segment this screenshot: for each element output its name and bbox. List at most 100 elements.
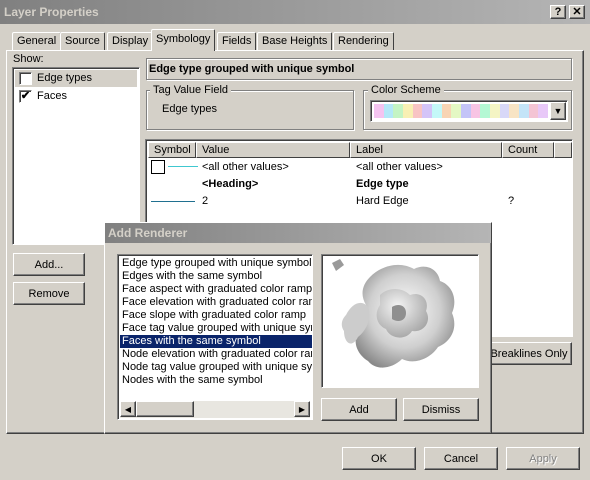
- row-count: ?: [508, 195, 515, 207]
- tab-fields-label: Fields: [222, 35, 252, 47]
- color-swatch: [441, 104, 452, 118]
- apply-button[interactable]: Apply: [506, 447, 580, 470]
- renderer-header-text: Edge type grouped with unique symbol: [149, 63, 355, 75]
- column-header-symbol[interactable]: Symbol: [148, 142, 196, 158]
- show-list[interactable]: Edge types ✔ Faces: [12, 67, 140, 245]
- column-header-label[interactable]: Label: [350, 142, 502, 158]
- color-swatch: [403, 104, 413, 118]
- tab-base-heights-label: Base Heights: [262, 35, 328, 47]
- window-title: Layer Properties: [4, 5, 99, 19]
- window-title-bar[interactable]: Layer Properties: [0, 0, 590, 24]
- table-row[interactable]: <Heading> Edge type: [148, 176, 572, 193]
- line-symbol: [168, 166, 198, 167]
- scroll-left-button[interactable]: ◀: [120, 401, 136, 417]
- renderer-list-items: Edge type grouped with unique symbol Edge…: [118, 257, 312, 402]
- color-swatch: [480, 104, 491, 118]
- color-scheme-legend: Color Scheme: [368, 84, 444, 96]
- apply-label: Apply: [529, 452, 557, 465]
- color-swatch: [499, 104, 510, 118]
- row-label: <all other values>: [356, 161, 443, 173]
- tab-symbology-label: Symbology: [156, 33, 211, 45]
- tab-rendering-label: Rendering: [338, 35, 389, 47]
- color-swatch: [528, 104, 539, 118]
- cancel-label: Cancel: [443, 452, 479, 465]
- scroll-right-button[interactable]: ▶: [294, 401, 310, 417]
- column-symbol-label: Symbol: [154, 144, 191, 156]
- tag-value-field-legend: Tag Value Field: [150, 84, 232, 96]
- tab-display-label: Display: [112, 35, 149, 47]
- add-renderer-title: Add Renderer: [108, 226, 188, 240]
- color-swatch: [432, 104, 442, 118]
- tab-source[interactable]: Source: [60, 32, 105, 50]
- renderer-list-item[interactable]: Face tag value grouped with unique symbo…: [120, 322, 312, 335]
- arrow-right-icon: ▶: [298, 404, 306, 414]
- dismiss-button[interactable]: Dismiss: [403, 398, 479, 421]
- column-header-filler: [554, 142, 572, 158]
- tab-symbology[interactable]: Symbology: [151, 29, 216, 51]
- horizontal-scrollbar[interactable]: ◀ ▶: [120, 401, 310, 418]
- remove-button-label: Remove: [28, 287, 70, 300]
- renderer-list-item[interactable]: Node elevation with graduated color ramp: [120, 348, 312, 361]
- close-button[interactable]: ✕: [569, 5, 585, 19]
- symbol-swatch[interactable]: [151, 160, 165, 174]
- column-label-label: Label: [356, 144, 383, 156]
- dismiss-label: Dismiss: [421, 403, 461, 416]
- tab-base-heights[interactable]: Base Heights: [257, 32, 333, 50]
- row-value: <Heading>: [202, 178, 259, 190]
- add-button[interactable]: Add...: [13, 253, 85, 276]
- breaklines-only-label: Breaklines Only: [490, 347, 568, 360]
- tab-fields[interactable]: Fields: [217, 32, 257, 50]
- cancel-button[interactable]: Cancel: [424, 447, 498, 470]
- line-symbol: [151, 201, 195, 202]
- row-label: Edge type: [356, 178, 409, 190]
- color-ramp-preview: [374, 104, 549, 118]
- renderer-preview: [321, 254, 479, 388]
- remove-button[interactable]: Remove: [13, 282, 85, 305]
- check-icon: ✔: [20, 90, 31, 102]
- column-value-label: Value: [202, 144, 230, 156]
- renderer-add-button[interactable]: Add: [321, 398, 397, 421]
- dropdown-arrow-button[interactable]: ▼: [550, 102, 566, 120]
- column-header-count[interactable]: Count: [502, 142, 554, 158]
- renderer-add-label: Add: [349, 403, 369, 416]
- color-scheme-dropdown[interactable]: ▼: [370, 100, 568, 122]
- renderer-list-item[interactable]: Edges with the same symbol: [120, 270, 312, 283]
- tab-general-label: General: [17, 35, 57, 47]
- renderer-list-item[interactable]: Nodes with the same symbol: [120, 374, 312, 387]
- add-renderer-dialog[interactable]: Add Renderer Edge type grouped with uniq…: [104, 222, 492, 434]
- tab-display[interactable]: Display: [107, 32, 154, 50]
- scroll-thumb[interactable]: [136, 401, 194, 417]
- breaklines-only-button[interactable]: Breaklines Only: [486, 342, 572, 365]
- faces-label: Faces: [37, 90, 67, 102]
- renderer-list-item[interactable]: Node tag value grouped with unique symbo…: [120, 361, 312, 374]
- color-swatch: [461, 104, 471, 118]
- table-row[interactable]: <all other values> <all other values>: [148, 159, 572, 176]
- renderer-list-item[interactable]: Face aspect with graduated color ramp: [120, 283, 312, 296]
- help-button[interactable]: ?: [550, 5, 566, 19]
- edge-types-label: Edge types: [37, 72, 93, 84]
- row-value: <all other values>: [202, 161, 289, 173]
- edge-types-checkbox[interactable]: [19, 72, 32, 85]
- ok-button[interactable]: OK: [342, 447, 416, 470]
- show-item-faces[interactable]: ✔ Faces: [15, 89, 137, 106]
- faces-checkbox[interactable]: ✔: [19, 90, 32, 103]
- add-renderer-title-bar[interactable]: Add Renderer: [105, 223, 491, 243]
- renderer-list-item[interactable]: Face slope with graduated color ramp: [120, 309, 312, 322]
- tab-source-label: Source: [65, 35, 100, 47]
- color-swatch: [519, 104, 529, 118]
- tab-general[interactable]: General: [12, 32, 62, 50]
- tag-value-field-value: Edge types: [162, 103, 218, 115]
- renderer-list-item[interactable]: Face elevation with graduated color ramp: [120, 296, 312, 309]
- tab-rendering[interactable]: Rendering: [333, 32, 394, 50]
- ok-label: OK: [371, 452, 387, 465]
- column-header-value[interactable]: Value: [196, 142, 350, 158]
- chevron-down-icon: ▼: [553, 106, 563, 116]
- color-swatch: [374, 104, 384, 118]
- renderer-list-item[interactable]: Edge type grouped with unique symbol: [120, 257, 312, 270]
- color-swatch: [383, 104, 394, 118]
- show-item-edge-types[interactable]: Edge types: [15, 70, 137, 87]
- renderer-list[interactable]: Edge type grouped with unique symbol Edge…: [117, 254, 313, 420]
- renderer-list-item[interactable]: Faces with the same symbol: [120, 335, 312, 348]
- color-swatch: [538, 104, 549, 118]
- table-row[interactable]: 2 Hard Edge ?: [148, 193, 572, 210]
